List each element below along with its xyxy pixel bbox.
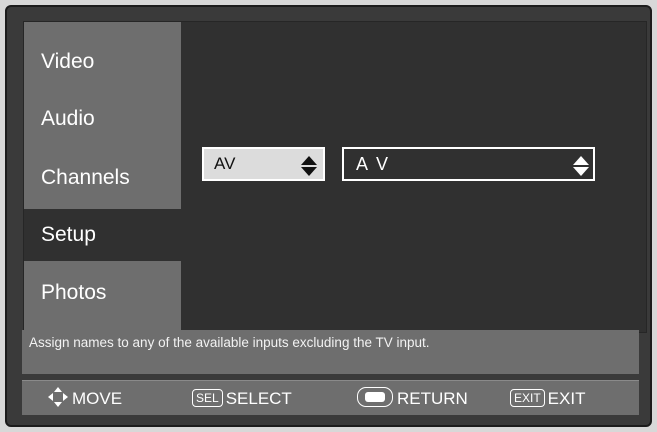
sidebar-item-video[interactable]: Video [24, 36, 181, 88]
move-arrows-icon [48, 387, 68, 407]
help-text-bar: Assign names to any of the available inp… [22, 330, 639, 374]
hint-exit: EXIT EXIT [510, 381, 585, 416]
sidebar-item-audio[interactable]: Audio [24, 93, 181, 145]
hint-select: SEL SELECT [192, 381, 292, 416]
sidebar-item-setup[interactable]: Setup [24, 209, 181, 261]
return-label: RETURN [397, 389, 468, 408]
hint-move: MOVE [47, 381, 122, 416]
screen-frame: Video Audio Channels Setup Photos AV A V [0, 0, 657, 432]
sidebar-item-channels[interactable]: Channels [24, 152, 181, 204]
input-source-value: AV [214, 154, 236, 173]
input-name-value: A V [356, 154, 391, 174]
sidebar-item-photos[interactable]: Photos [24, 267, 181, 319]
input-source-selector[interactable]: AV [202, 147, 325, 181]
select-label: SELECT [225, 389, 292, 408]
exit-label: EXIT [547, 389, 586, 408]
hint-return: RETURN [357, 381, 468, 416]
sel-key-icon: SEL [192, 389, 223, 407]
up-down-arrows-icon [301, 156, 317, 176]
move-label: MOVE [72, 389, 123, 408]
return-key-icon [357, 387, 393, 407]
help-text: Assign names to any of the available inp… [29, 335, 430, 350]
exit-key-icon: EXIT [510, 389, 545, 407]
tv-menu-window: Video Audio Channels Setup Photos AV A V [5, 5, 652, 427]
sidebar: Video Audio Channels Setup Photos [24, 22, 181, 333]
content-area: AV A V [181, 22, 646, 332]
menu-panel: Video Audio Channels Setup Photos AV A V [23, 21, 647, 333]
input-name-field[interactable]: A V [342, 147, 595, 181]
up-down-arrows-icon [573, 156, 589, 176]
footer-hint-bar: MOVE SEL SELECT RETURN EXIT EXIT [22, 380, 639, 415]
